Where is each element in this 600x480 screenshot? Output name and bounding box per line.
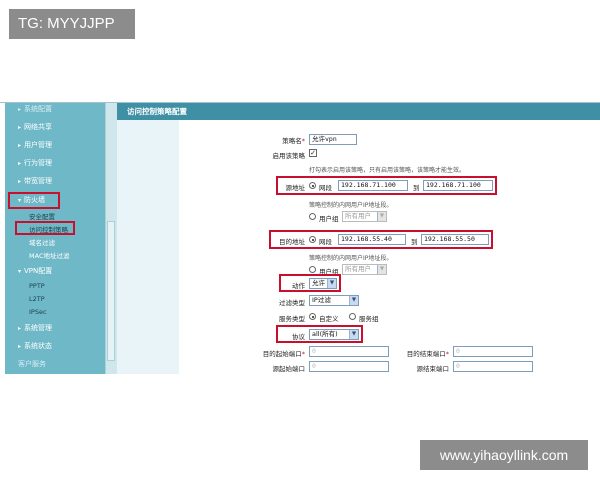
- destination-usergroup-select[interactable]: 所有用户 ▼: [342, 264, 387, 275]
- sidebar-item-system-config[interactable]: ▸ 系统配置: [5, 104, 105, 114]
- source-end-port-input[interactable]: 0: [453, 361, 533, 372]
- source-hint: 策略控制的内网用户IP地址段。: [309, 202, 393, 209]
- source-usergroup-radio[interactable]: [309, 213, 316, 220]
- sidebar-item-vpn-config[interactable]: ▾ VPN配置: [5, 266, 105, 276]
- chevron-down-icon: ▾: [18, 268, 22, 275]
- source-usergroup-select[interactable]: 所有用户 ▼: [342, 211, 387, 222]
- enable-policy-label: 启用该策略: [272, 152, 306, 160]
- chevron-down-icon: ▼: [377, 212, 386, 221]
- destination-start-port-label: 目的起始端口*: [262, 350, 305, 358]
- highlight-action: [279, 274, 341, 292]
- sidebar-item-mac-filter[interactable]: MAC地址过滤: [5, 250, 105, 260]
- sidebar-item-l2tp[interactable]: L2TP: [5, 295, 105, 303]
- sidebar-scroll-thumb[interactable]: [107, 221, 115, 361]
- service-type-label: 服务类型: [279, 315, 305, 323]
- page-title: 访问控制策略配置: [117, 103, 600, 120]
- sidebar-item-user-management[interactable]: ▸ 用户管理: [5, 140, 105, 150]
- watermark-top: TG: MYYJJPP: [9, 9, 135, 39]
- service-group-radio[interactable]: [349, 313, 356, 320]
- destination-usergroup-radio[interactable]: [309, 266, 316, 273]
- enable-hint: 打勾表示启用该策略，只有启用该策略，该策略才能生效。: [309, 167, 466, 174]
- enable-policy-checkbox[interactable]: ✓: [309, 149, 317, 157]
- sidebar-item-system-management[interactable]: ▸ 系统管理: [5, 323, 105, 333]
- chevron-right-icon: ▸: [18, 124, 22, 131]
- sidebar-item-security-config[interactable]: 安全配置: [5, 211, 105, 221]
- chevron-right-icon: ▸: [18, 106, 22, 113]
- destination-hint: 策略控制的内网用户IP地址段。: [309, 255, 393, 262]
- filter-type-select[interactable]: IP过滤 ▼: [309, 295, 359, 306]
- chevron-right-icon: ▸: [18, 325, 22, 332]
- highlight-destination-address: [269, 230, 493, 249]
- sidebar-item-behavior-management[interactable]: ▸ 行为管理: [5, 158, 105, 168]
- sidebar-item-bandwidth-management[interactable]: ▸ 带宽管理: [5, 176, 105, 186]
- service-group-label: 服务组: [359, 315, 379, 323]
- highlight-protocol: [276, 325, 363, 343]
- main-panel: 访问控制策略配置 策略名* 允许vpn 启用该策略 ✓ 打勾表示启用该策略，只有…: [117, 103, 600, 374]
- destination-end-port-label: 目的结束端口*: [406, 350, 449, 358]
- chevron-right-icon: ▸: [18, 160, 22, 167]
- service-custom-radio[interactable]: [309, 313, 316, 320]
- source-usergroup-label: 用户组: [319, 215, 339, 223]
- highlight-access-control: [15, 221, 75, 235]
- sidebar-item-system-status[interactable]: ▸ 系统状态: [5, 341, 105, 351]
- chevron-right-icon: ▸: [18, 142, 22, 149]
- sidebar-item-network-share[interactable]: ▸ 网络共享: [5, 122, 105, 132]
- sidebar-item-ipsec[interactable]: IPSec: [5, 308, 105, 316]
- sidebar-item-domain-filter[interactable]: 域名过滤: [5, 237, 105, 247]
- chevron-right-icon: ▸: [18, 178, 22, 185]
- policy-form: 策略名* 允许vpn 启用该策略 ✓ 打勾表示启用该策略，只有启用该策略，该策略…: [179, 120, 600, 374]
- chevron-right-icon: ▸: [18, 343, 22, 350]
- destination-start-port-input[interactable]: 0: [309, 346, 389, 357]
- source-end-port-label: 源结束端口: [416, 365, 450, 373]
- highlight-source-address: [276, 176, 497, 195]
- sidebar-item-pptp[interactable]: PPTP: [5, 282, 105, 290]
- policy-name-input[interactable]: 允许vpn: [309, 134, 357, 145]
- source-start-port-label: 源起始端口: [272, 365, 306, 373]
- highlight-firewall: [8, 192, 60, 209]
- sidebar-item-customer-service[interactable]: 客户服务: [5, 359, 105, 369]
- policy-name-label: 策略名*: [282, 137, 305, 145]
- filter-type-label: 过滤类型: [279, 299, 305, 307]
- chevron-down-icon: ▼: [349, 296, 358, 305]
- watermark-bottom: www.yihaoyllink.com: [420, 440, 588, 470]
- sidebar: ▸ 系统配置 ▸ 网络共享 ▸ 用户管理 ▸ 行为管理 ▸ 带宽管理 ▾ 防火墙 安全配置 …: [5, 103, 105, 374]
- service-custom-label: 自定义: [319, 315, 339, 323]
- chevron-down-icon: ▼: [377, 265, 386, 274]
- source-start-port-input[interactable]: 0: [309, 361, 389, 372]
- destination-end-port-input[interactable]: 0: [453, 346, 533, 357]
- router-screenshot: ▸ 系统配置 ▸ 网络共享 ▸ 用户管理 ▸ 行为管理 ▸ 带宽管理 ▾ 防火墙 安全配置 …: [0, 102, 600, 374]
